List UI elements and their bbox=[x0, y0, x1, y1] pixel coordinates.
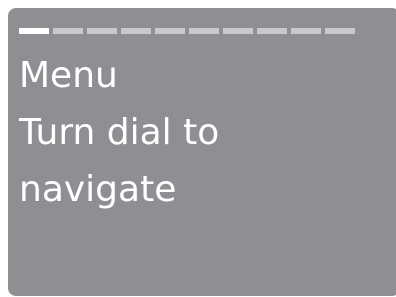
page-indicator-segment bbox=[155, 28, 185, 34]
menu-title: Menu bbox=[19, 55, 118, 96]
instruction-line-1: Turn dial to bbox=[19, 112, 220, 153]
page-indicator-segment-active bbox=[19, 28, 49, 34]
page-indicator bbox=[19, 28, 355, 34]
page-indicator-segment bbox=[121, 28, 151, 34]
device-screen: Menu Turn dial to navigate bbox=[8, 8, 396, 296]
page-indicator-segment bbox=[87, 28, 117, 34]
instruction-line-2: navigate bbox=[19, 169, 177, 210]
page-indicator-segment bbox=[223, 28, 253, 34]
page-indicator-segment bbox=[189, 28, 219, 34]
menu-content: Menu Turn dial to navigate bbox=[19, 47, 219, 218]
page-indicator-segment bbox=[53, 28, 83, 34]
page-indicator-segment bbox=[291, 28, 321, 34]
page-indicator-segment bbox=[325, 28, 355, 34]
page-indicator-segment bbox=[257, 28, 287, 34]
